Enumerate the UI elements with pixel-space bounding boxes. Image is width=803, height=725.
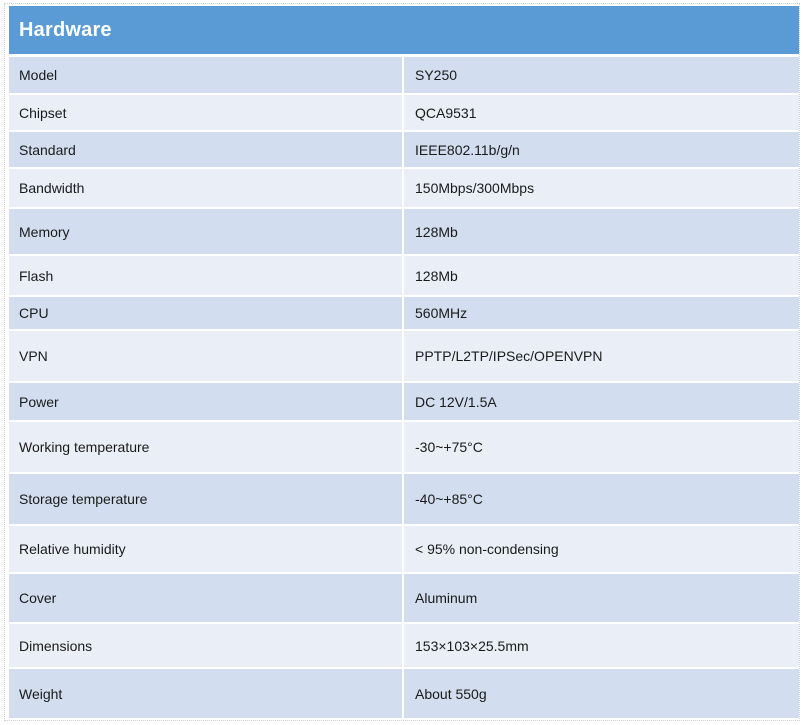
- spec-value: DC 12V/1.5A: [415, 393, 497, 410]
- spec-label: Working temperature: [9, 422, 404, 472]
- spec-value: 153×103×25.5mm: [415, 637, 529, 654]
- spec-label: CPU: [9, 297, 404, 329]
- table-row: Chipset QCA9531: [9, 95, 799, 132]
- spec-value: About 550g: [415, 685, 487, 702]
- spec-value: Aluminum: [415, 590, 478, 606]
- spec-label: Memory: [9, 209, 404, 254]
- spec-label: VPN: [9, 331, 404, 381]
- table-row: Bandwidth 150Mbps/300Mbps: [9, 169, 799, 209]
- spec-value: -40~+85°C: [415, 491, 483, 507]
- spec-label: Relative humidity: [9, 526, 404, 572]
- spec-value: 128Mb: [415, 267, 458, 284]
- spec-value: SY250: [415, 67, 458, 83]
- table-row: Power DC 12V/1.5A: [9, 383, 799, 422]
- spec-label: Dimensions: [9, 624, 404, 667]
- table-row: Weight About 550g: [9, 669, 799, 720]
- table-row: Model SY250: [9, 57, 799, 95]
- spec-label: Weight: [9, 669, 404, 718]
- spec-value: < 95% non-condensing: [415, 541, 559, 557]
- table-row: VPN PPTP/L2TP/IPSec/OPENVPN: [9, 331, 799, 383]
- table-row: Dimensions 153×103×25.5mm: [9, 624, 799, 669]
- spec-value: 128Mb: [415, 223, 458, 240]
- spec-value: IEEE802.11b/g/n: [415, 141, 520, 158]
- table-row: CPU 560MHz: [9, 297, 799, 331]
- table-row: Working temperature -30~+75°C: [9, 422, 799, 474]
- spec-label: Storage temperature: [9, 474, 404, 524]
- table-row: Relative humidity < 95% non-condensing: [9, 526, 799, 574]
- spec-label: Power: [9, 383, 404, 420]
- table-row: Cover Aluminum: [9, 574, 799, 624]
- section-title: Hardware: [19, 18, 112, 41]
- spec-value: -30~+75°C: [415, 439, 483, 455]
- spec-value: 150Mbps/300Mbps: [415, 180, 535, 196]
- section-header: Hardware: [9, 6, 799, 54]
- table-row: Memory 128Mb: [9, 209, 799, 256]
- spec-label: Chipset: [9, 95, 404, 130]
- spec-value: QCA9531: [415, 104, 477, 121]
- spec-label: Standard: [9, 132, 404, 167]
- table-row: Standard IEEE802.11b/g/n: [9, 132, 799, 169]
- spec-label: Model: [9, 57, 404, 93]
- spec-label: Cover: [9, 574, 404, 622]
- table-row: Storage temperature -40~+85°C: [9, 474, 799, 526]
- spec-label: Flash: [9, 256, 404, 295]
- spec-label: Bandwidth: [9, 169, 404, 207]
- spec-value: PPTP/L2TP/IPSec/OPENVPN: [415, 348, 603, 364]
- hardware-spec-table: Model SY250 Chipset QCA9531 Standard IEE…: [9, 57, 799, 720]
- spec-value: 560MHz: [415, 305, 468, 321]
- table-row: Flash 128Mb: [9, 256, 799, 297]
